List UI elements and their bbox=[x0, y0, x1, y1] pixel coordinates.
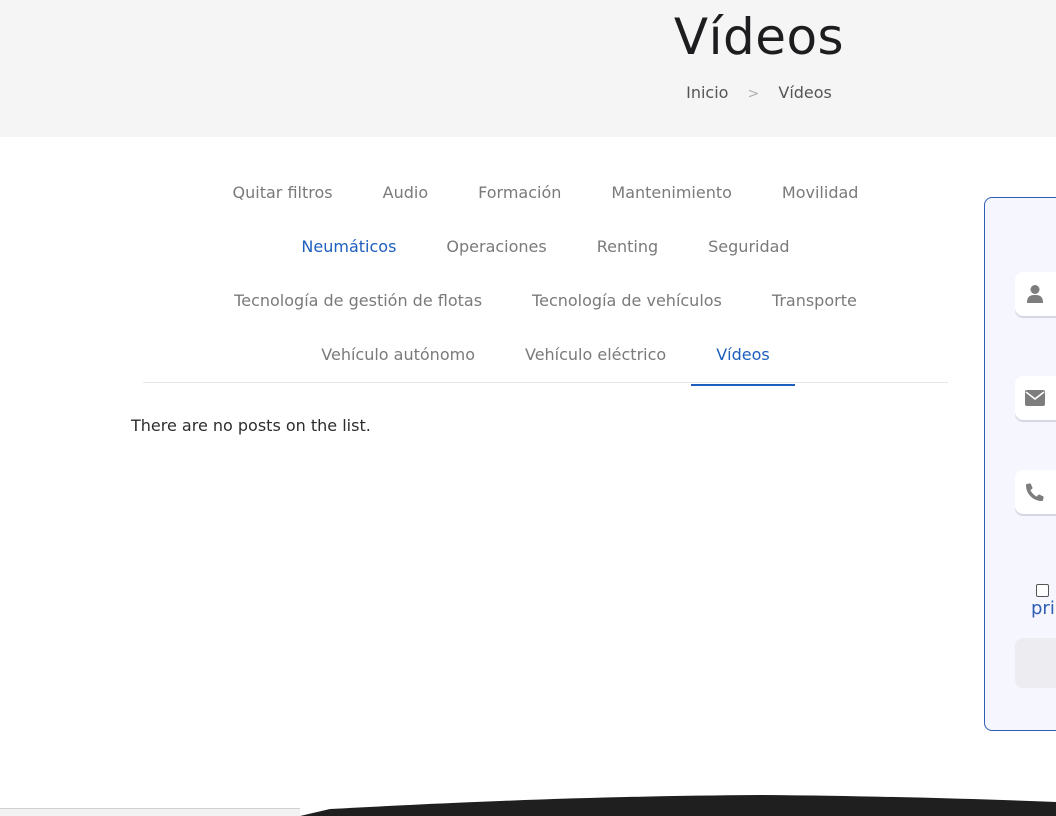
filter-audio[interactable]: Audio bbox=[358, 170, 453, 211]
filter-formacion[interactable]: Formación bbox=[453, 170, 586, 211]
privacy-checkbox[interactable] bbox=[1036, 584, 1049, 597]
page-title: Vídeos bbox=[673, 8, 845, 66]
breadcrumb: Inicio > Vídeos bbox=[0, 83, 1056, 102]
browser-status-bar bbox=[0, 808, 300, 816]
filter-videos-active-tab[interactable]: Vídeos bbox=[691, 332, 795, 386]
privacy-policy-link[interactable]: pri bbox=[1031, 598, 1055, 619]
email-field[interactable] bbox=[1015, 376, 1056, 420]
filter-operaciones[interactable]: Operaciones bbox=[421, 224, 571, 265]
filter-seguridad[interactable]: Seguridad bbox=[683, 224, 814, 265]
filters-divider bbox=[143, 382, 948, 383]
filter-mantenimiento[interactable]: Mantenimiento bbox=[586, 170, 757, 211]
submit-button[interactable] bbox=[1015, 638, 1056, 688]
empty-list-message: There are no posts on the list. bbox=[131, 416, 371, 435]
phone-icon bbox=[1025, 482, 1045, 502]
filter-vehiculo-electrico[interactable]: Vehículo eléctrico bbox=[500, 332, 691, 373]
filter-row: Neumáticos Operaciones Renting Seguridad bbox=[143, 224, 948, 278]
envelope-icon bbox=[1025, 388, 1045, 408]
filter-movilidad[interactable]: Movilidad bbox=[757, 170, 884, 211]
breadcrumb-home-link[interactable]: Inicio bbox=[686, 83, 728, 102]
filter-neumaticos[interactable]: Neumáticos bbox=[276, 224, 421, 265]
filter-transporte[interactable]: Transporte bbox=[747, 278, 882, 319]
filter-row: Quitar filtros Audio Formación Mantenimi… bbox=[143, 170, 948, 224]
user-icon bbox=[1025, 284, 1045, 304]
filter-row: Tecnología de gestión de flotas Tecnolog… bbox=[143, 278, 948, 332]
contact-form-panel: pri bbox=[984, 197, 1056, 731]
category-filters: Quitar filtros Audio Formación Mantenimi… bbox=[143, 170, 948, 386]
breadcrumb-separator-icon: > bbox=[747, 86, 760, 102]
page-header: Vídeos Inicio > Vídeos bbox=[0, 0, 1056, 137]
breadcrumb-current: Vídeos bbox=[778, 83, 832, 102]
filter-tecnologia-vehiculos[interactable]: Tecnología de vehículos bbox=[507, 278, 747, 319]
filter-row: Vehículo autónomo Vehículo eléctrico Víd… bbox=[143, 332, 948, 386]
filter-vehiculo-autonomo[interactable]: Vehículo autónomo bbox=[296, 332, 500, 373]
name-field[interactable] bbox=[1015, 272, 1056, 316]
phone-field[interactable] bbox=[1015, 470, 1056, 514]
filter-clear-button[interactable]: Quitar filtros bbox=[208, 170, 358, 211]
filter-tecnologia-gestion-flotas[interactable]: Tecnología de gestión de flotas bbox=[209, 278, 507, 319]
filter-renting[interactable]: Renting bbox=[572, 224, 683, 265]
